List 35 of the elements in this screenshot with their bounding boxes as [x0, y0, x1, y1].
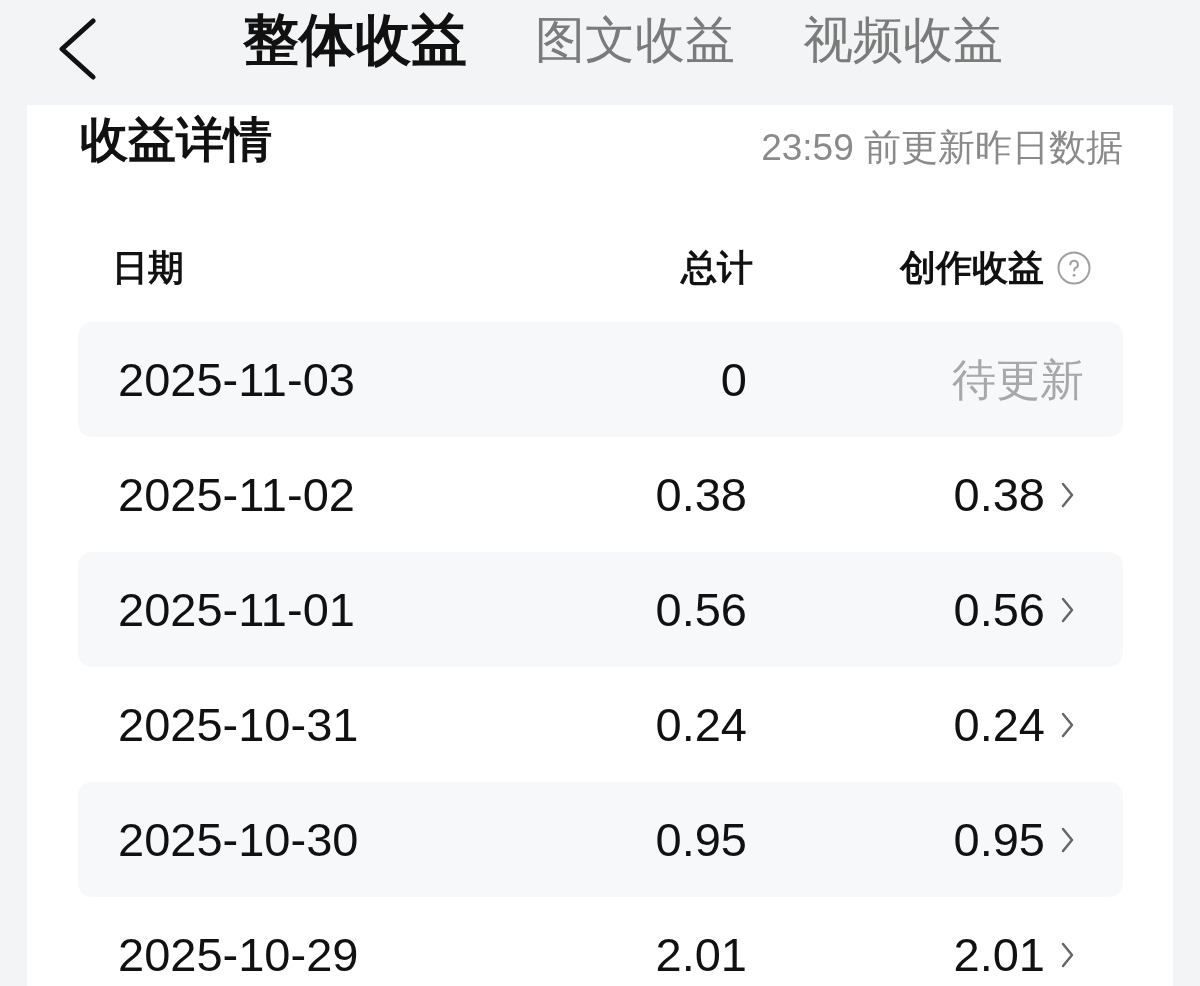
- tab[interactable]: 视频收益: [803, 8, 1003, 72]
- date-cell: 2025-11-02: [118, 468, 355, 521]
- chevron-icon: [1061, 940, 1074, 969]
- total-cell: 2.01: [655, 928, 747, 981]
- chevron-icon: [1061, 595, 1074, 624]
- total-cell: 0: [720, 353, 747, 406]
- date-cell: 2025-11-01: [118, 583, 355, 636]
- column-header: 日期: [112, 246, 184, 290]
- column-header: 创作收益: [900, 246, 1044, 290]
- help-icon[interactable]: [1057, 251, 1091, 285]
- date-cell: 2025-11-03: [118, 353, 355, 406]
- table-row[interactable]: 2025-10-30 0.95 0.95: [78, 782, 1123, 897]
- earnings-cell: 0.56: [953, 583, 1045, 636]
- tab[interactable]: 图文收益: [535, 8, 735, 72]
- date-cell: 2025-10-29: [118, 928, 359, 981]
- date-cell: 2025-10-30: [118, 813, 359, 866]
- total-cell: 0.24: [655, 698, 747, 751]
- back-icon[interactable]: [57, 18, 97, 80]
- chevron-icon: [1061, 825, 1074, 854]
- chevron-icon: [1061, 710, 1074, 739]
- total-cell: 0.56: [655, 583, 747, 636]
- total-cell: 0.95: [655, 813, 747, 866]
- earnings-cell: 0.24: [953, 698, 1045, 751]
- total-cell: 0.38: [655, 468, 747, 521]
- earnings-cell: 0.38: [953, 468, 1045, 521]
- update-note: 23:59 前更新昨日数据: [761, 126, 1123, 170]
- earnings-cell: 2.01: [953, 928, 1045, 981]
- earnings-cell: 0.95: [953, 813, 1045, 866]
- section-title: 收益详情: [80, 112, 272, 168]
- tab[interactable]: 整体收益: [243, 8, 467, 72]
- chevron-icon: [1061, 480, 1074, 509]
- date-cell: 2025-10-31: [118, 698, 359, 751]
- column-header: 总计: [681, 246, 753, 290]
- earnings-cell: 待更新: [952, 353, 1084, 406]
- table-row[interactable]: 2025-11-01 0.56 0.56: [78, 552, 1123, 667]
